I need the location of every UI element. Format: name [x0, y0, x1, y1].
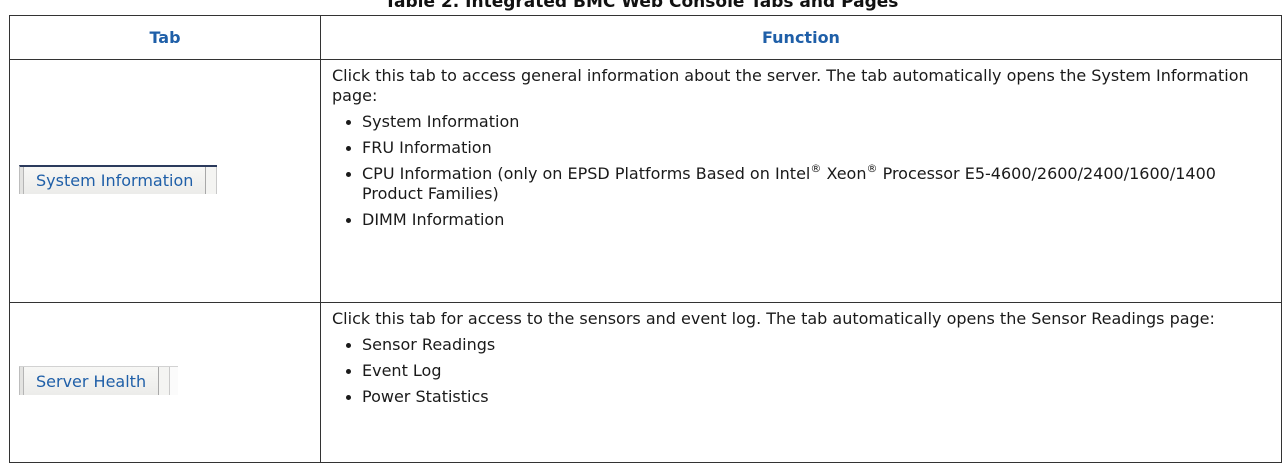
header-function: Function	[320, 15, 1282, 60]
list-item: DIMM Information	[344, 210, 1261, 230]
list-item: FRU Information	[344, 138, 1261, 158]
page-list: Sensor Readings Event Log Power Statisti…	[332, 335, 1261, 407]
tab-cell: System Information	[9, 59, 321, 303]
tab-label: Server Health	[36, 371, 147, 391]
table-header-row: Tab Function	[9, 15, 1282, 60]
server-health-tab[interactable]: Server Health	[19, 366, 179, 395]
page-list: System Information FRU Information CPU I…	[332, 112, 1261, 230]
table-row: System Information Click this tab to acc…	[9, 59, 1282, 303]
function-cell: Click this tab to access general informa…	[320, 59, 1282, 303]
function-cell: Click this tab for access to the sensors…	[320, 302, 1282, 463]
registered-mark: ®	[810, 162, 822, 175]
function-description: Click this tab to access general informa…	[332, 66, 1249, 105]
tab-cell: Server Health	[9, 302, 321, 463]
registered-mark: ®	[866, 162, 878, 175]
tabs-table: Tab Function System Information Click th…	[9, 15, 1282, 463]
tab-end-fade	[170, 367, 179, 395]
table-caption: Table 2. Integrated BMC Web Console Tabs…	[384, 0, 899, 12]
list-item: System Information	[344, 112, 1261, 132]
function-description: Click this tab for access to the sensors…	[332, 309, 1215, 328]
document-page: Table 2. Integrated BMC Web Console Tabs…	[0, 0, 1283, 463]
caption-area: Table 2. Integrated BMC Web Console Tabs…	[0, 0, 1283, 13]
table-row: Server Health Click this tab for access …	[9, 302, 1282, 463]
list-item: CPU Information (only on EPSD Platforms …	[344, 162, 1261, 204]
list-item: Sensor Readings	[344, 335, 1261, 355]
system-information-tab[interactable]: System Information	[19, 164, 218, 194]
tab-label: System Information	[36, 170, 194, 190]
tab-end	[158, 367, 171, 395]
tab-end	[205, 166, 218, 194]
list-item: Power Statistics	[344, 387, 1261, 407]
list-item: Event Log	[344, 361, 1261, 381]
header-tab: Tab	[9, 15, 321, 60]
